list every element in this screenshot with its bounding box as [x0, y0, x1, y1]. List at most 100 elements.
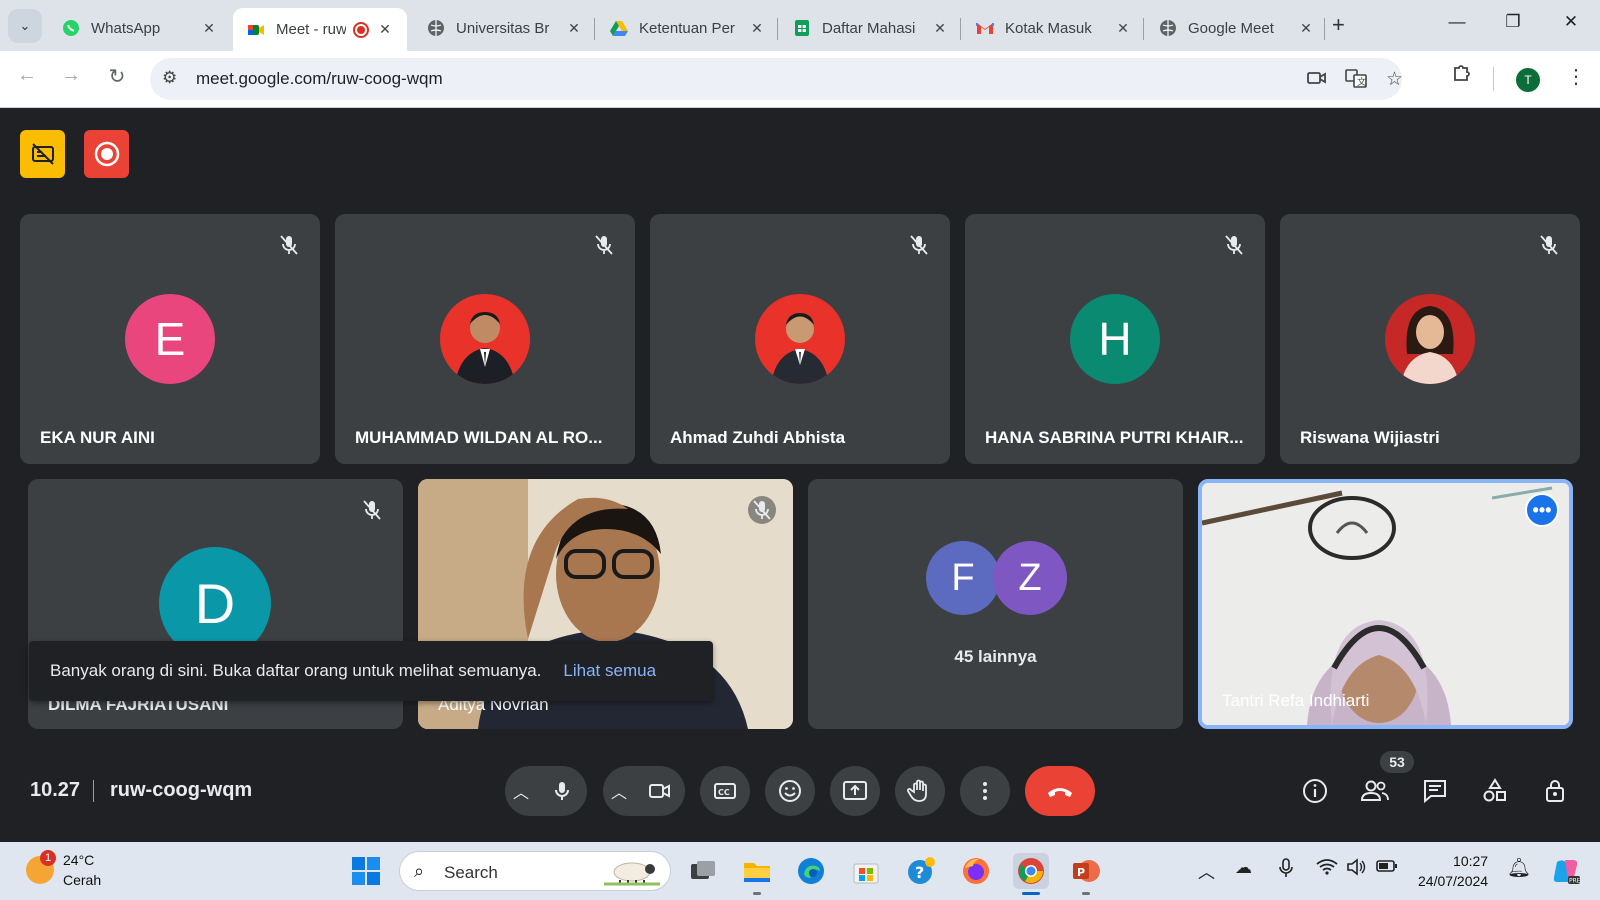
tab-kotak-masuk[interactable]: Kotak Masuk ✕: [962, 8, 1142, 48]
camera-button[interactable]: [635, 766, 685, 816]
forward-button[interactable]: →: [58, 64, 84, 87]
chrome-button[interactable]: [1013, 853, 1049, 889]
task-view-icon: [691, 861, 715, 879]
close-icon[interactable]: ✕: [200, 20, 218, 37]
tab-universitas[interactable]: Universitas Br ✕: [413, 8, 593, 48]
reload-button[interactable]: ↻: [104, 64, 130, 89]
present-screen-button[interactable]: [830, 766, 880, 816]
firefox-icon: [963, 858, 989, 884]
microphone-icon: [555, 782, 569, 800]
participant-name: EKA NUR AINI: [40, 428, 155, 447]
translate-icon[interactable]: 文: [1345, 68, 1367, 94]
get-help-button[interactable]: ?: [903, 853, 939, 889]
show-hidden-icons-button[interactable]: ︿: [1198, 858, 1215, 883]
recording-indicator-icon: [353, 21, 369, 38]
others-count-label: 45 lainnya: [954, 647, 1037, 666]
close-window-button[interactable]: ✕: [1556, 12, 1586, 32]
raise-hand-button[interactable]: [895, 766, 945, 816]
task-view-button[interactable]: [685, 853, 721, 889]
gmail-icon: [976, 23, 994, 34]
site-settings-icon[interactable]: ⚙: [162, 68, 177, 88]
participant-tile[interactable]: Riswana Wijiastri: [1280, 214, 1580, 464]
meeting-details-button[interactable]: [1300, 776, 1330, 806]
powerpoint-button[interactable]: P: [1068, 853, 1104, 889]
microphone-button[interactable]: [537, 766, 587, 816]
close-icon[interactable]: ✕: [1114, 20, 1132, 37]
captions-button[interactable]: CC: [700, 766, 750, 816]
tab-google-meet[interactable]: Google Meet ✕: [1145, 8, 1325, 48]
tab-separator: [594, 18, 595, 40]
url-text[interactable]: meet.google.com/ruw-coog-wqm: [196, 69, 443, 89]
tab-meet[interactable]: Meet - ruw ✕: [233, 8, 407, 51]
tab-whatsapp[interactable]: WhatsApp ✕: [48, 8, 228, 48]
file-explorer-button[interactable]: [739, 853, 775, 889]
closed-captions-off-icon: [31, 143, 54, 165]
avatar-initial: F: [951, 556, 975, 599]
no-captions-recording-badge[interactable]: [20, 130, 65, 178]
extensions-icon[interactable]: [1451, 62, 1473, 90]
participant-tile[interactable]: H HANA SABRINA PUTRI KHAIR...: [965, 214, 1265, 464]
reactions-button[interactable]: [765, 766, 815, 816]
clock-date: 24/07/2024: [1418, 873, 1489, 889]
restore-button[interactable]: ❐: [1498, 12, 1528, 32]
taskbar-search[interactable]: ⌕ Search: [399, 851, 671, 891]
toast-message: Banyak orang di sini. Buka daftar orang …: [50, 661, 542, 680]
meeting-time: 10.27: [30, 779, 81, 801]
wifi-icon[interactable]: [1316, 858, 1338, 881]
video-options-button[interactable]: ︿: [611, 779, 627, 803]
close-icon[interactable]: ✕: [748, 20, 766, 37]
browser-menu-icon[interactable]: ⋮: [1566, 64, 1586, 89]
notification-bell-icon[interactable]: 🔔︎: [1507, 856, 1531, 880]
windows-start-icon[interactable]: [351, 856, 381, 886]
participant-tile[interactable]: E EKA NUR AINI: [20, 214, 320, 464]
close-icon[interactable]: ✕: [376, 21, 394, 38]
address-bar[interactable]: ⚙ meet.google.com/ruw-coog-wqm 文 ☆: [150, 58, 1403, 100]
clock-time: 10:27: [1453, 853, 1489, 869]
back-button[interactable]: ←: [14, 64, 40, 87]
svg-text:PRE: PRE: [1569, 878, 1581, 885]
close-icon[interactable]: ✕: [1297, 20, 1315, 37]
close-icon[interactable]: ✕: [931, 20, 949, 37]
volume-icon[interactable]: [1346, 858, 1366, 881]
tab-search-button[interactable]: ⌄: [8, 9, 42, 43]
activities-button[interactable]: [1480, 776, 1510, 806]
camera-icon[interactable]: [1307, 68, 1327, 94]
participant-tile[interactable]: Ahmad Zuhdi Abhista: [650, 214, 950, 464]
edge-button[interactable]: [793, 853, 829, 889]
tab-daftar-mahasiswa[interactable]: Daftar Mahasi ✕: [779, 8, 959, 48]
chat-button[interactable]: [1420, 776, 1450, 806]
search-icon: ⌕: [414, 861, 425, 881]
participant-avatar: E: [125, 294, 215, 384]
battery-icon[interactable]: [1376, 858, 1398, 878]
minimize-button[interactable]: —: [1442, 12, 1472, 32]
people-icon: [1360, 780, 1389, 801]
microphone-in-use-icon[interactable]: [1278, 858, 1294, 883]
audio-options-button[interactable]: ︿: [513, 779, 529, 803]
copilot-button[interactable]: PRE: [1548, 853, 1584, 889]
close-icon[interactable]: ✕: [565, 20, 583, 37]
person-photo: [771, 313, 829, 384]
profile-avatar[interactable]: T: [1516, 68, 1540, 92]
mic-off-icon: [910, 235, 928, 255]
see-all-link[interactable]: Lihat semua: [563, 661, 656, 681]
record-icon: [94, 141, 119, 167]
system-clock[interactable]: 10:27 24/07/2024: [1418, 851, 1488, 891]
tab-ketentuan[interactable]: Ketentuan Per ✕: [596, 8, 776, 48]
bookmark-star-icon[interactable]: ☆: [1386, 68, 1403, 91]
microsoft-store-button[interactable]: [848, 853, 884, 889]
people-button[interactable]: [1360, 776, 1390, 806]
firefox-button[interactable]: [958, 853, 994, 889]
onedrive-cloud-icon[interactable]: ☁: [1235, 858, 1252, 878]
others-tile[interactable]: F Z 45 lainnya: [808, 479, 1183, 729]
copilot-icon: PRE: [1553, 860, 1581, 885]
new-tab-button[interactable]: +: [1332, 12, 1345, 38]
participant-tile[interactable]: MUHAMMAD WILDAN AL RO...: [335, 214, 635, 464]
participant-name: Ahmad Zuhdi Abhista: [670, 428, 846, 447]
self-video-tile[interactable]: ••• Tantri Refa Indhiarti: [1198, 479, 1573, 729]
more-options-button[interactable]: •••: [1525, 493, 1559, 527]
svg-text:P: P: [1077, 866, 1085, 879]
recording-badge[interactable]: [84, 130, 129, 178]
more-options-button[interactable]: [960, 766, 1010, 816]
host-controls-button[interactable]: [1540, 776, 1570, 806]
leave-call-button[interactable]: [1025, 766, 1095, 816]
